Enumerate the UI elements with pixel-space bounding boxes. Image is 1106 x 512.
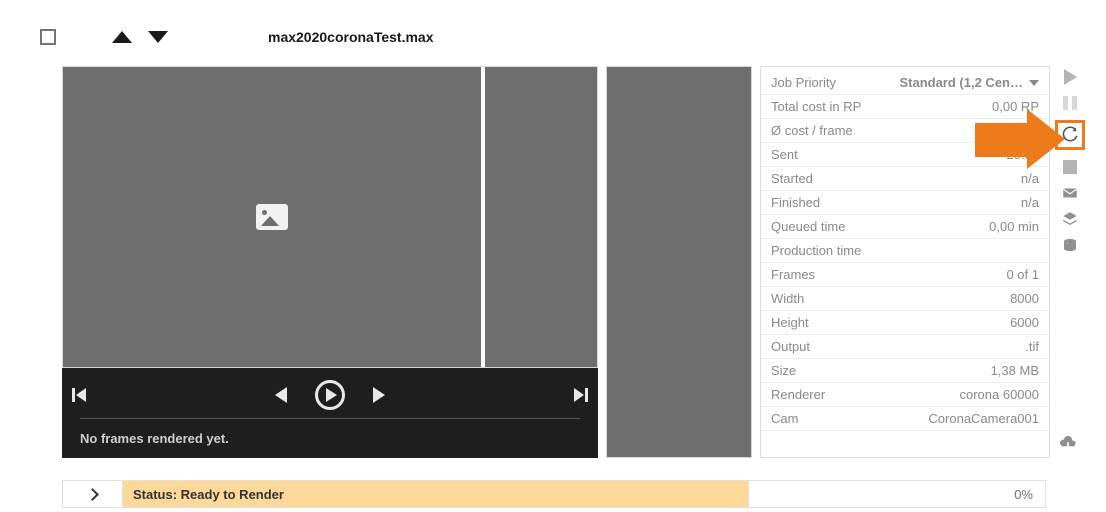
info-row: Frames 0 of 1 <box>761 263 1049 287</box>
info-row: Width 8000 <box>761 287 1049 311</box>
play-button[interactable] <box>315 380 345 410</box>
info-row: Sent 25:30 <box>761 143 1049 167</box>
info-row: Renderer corona 60000 <box>761 383 1049 407</box>
info-label: Width <box>771 291 804 306</box>
info-label: Total cost in RP <box>771 99 861 114</box>
disk-icon <box>1061 236 1079 254</box>
layers-button[interactable] <box>1058 208 1082 230</box>
info-row: Started n/a <box>761 167 1049 191</box>
refresh-button-highlighted[interactable] <box>1055 120 1085 150</box>
info-value: 6000 <box>1010 315 1039 330</box>
info-value: 0 of 1 <box>1006 267 1039 282</box>
move-up-button[interactable] <box>112 31 132 43</box>
info-row: Cam CoronaCamera001 <box>761 407 1049 431</box>
info-label: Sent <box>771 147 798 162</box>
secondary-preview-pane <box>606 66 752 458</box>
info-value: 0,00 RP <box>992 99 1039 114</box>
next-frame-button[interactable] <box>373 387 385 403</box>
mail-button[interactable] <box>1058 182 1082 204</box>
preview-status-text: No frames rendered yet. <box>80 431 580 446</box>
disk-button[interactable] <box>1058 234 1082 256</box>
dropdown-icon <box>1029 80 1039 86</box>
info-label: Started <box>771 171 813 186</box>
info-label: Size <box>771 363 796 378</box>
stop-job-button[interactable] <box>1058 156 1082 178</box>
chevron-right-icon <box>86 488 99 501</box>
info-label: Job Priority <box>771 75 836 90</box>
info-row: Height 6000 <box>761 311 1049 335</box>
refresh-icon <box>1061 126 1079 144</box>
info-label: Production time <box>771 243 861 258</box>
prev-frame-button[interactable] <box>275 387 287 403</box>
pause-job-button[interactable] <box>1058 92 1082 114</box>
info-label: Ø cost / frame <box>771 123 853 138</box>
mail-icon <box>1061 184 1079 202</box>
info-value: 25:30 <box>1006 147 1039 162</box>
job-info-panel: Job Priority Standard (1,2 Cen… Total cost… <box>760 66 1050 458</box>
info-row: Output .tif <box>761 335 1049 359</box>
move-down-button[interactable] <box>148 31 168 43</box>
start-job-button[interactable] <box>1058 66 1082 88</box>
layers-icon <box>1061 210 1079 228</box>
info-row: Finished n/a <box>761 191 1049 215</box>
info-value: corona 60000 <box>959 387 1039 402</box>
select-checkbox[interactable] <box>40 29 56 45</box>
preview-pane <box>62 66 598 368</box>
playback-progress[interactable] <box>80 418 580 419</box>
info-label: Frames <box>771 267 815 282</box>
status-expand-button[interactable] <box>63 481 123 507</box>
info-row: Job Priority Standard (1,2 Cen… <box>761 71 1049 95</box>
info-row: Size 1,38 MB <box>761 359 1049 383</box>
info-value: 8000 <box>1010 291 1039 306</box>
info-value[interactable]: Standard (1,2 Cen… <box>899 75 1039 90</box>
playback-controls: No frames rendered yet. <box>62 368 598 458</box>
info-row: Production time <box>761 239 1049 263</box>
info-value: .tif <box>1025 339 1039 354</box>
cloud-download-icon <box>1058 433 1078 453</box>
info-value: n/a <box>1021 195 1039 210</box>
status-bar: Status: Ready to Render 0% <box>62 480 1046 508</box>
info-label: Queued time <box>771 219 845 234</box>
info-value: 0,00 min <box>989 219 1039 234</box>
info-row: Total cost in RP 0,00 RP <box>761 95 1049 119</box>
info-label: Finished <box>771 195 820 210</box>
info-label: Output <box>771 339 810 354</box>
info-label: Height <box>771 315 809 330</box>
info-row: Queued time 0,00 min <box>761 215 1049 239</box>
image-placeholder-icon <box>256 204 288 230</box>
info-value: 1,38 MB <box>991 363 1039 378</box>
info-row: Ø cost / frame RP <box>761 119 1049 143</box>
info-value: RP <box>1021 123 1039 138</box>
job-filename: max2020coronaTest.max <box>268 29 434 45</box>
info-value: n/a <box>1021 171 1039 186</box>
info-value: CoronaCamera001 <box>928 411 1039 426</box>
info-label: Cam <box>771 411 798 426</box>
download-button[interactable] <box>1056 432 1080 454</box>
info-label: Renderer <box>771 387 825 402</box>
status-label: Status: Ready to Render <box>123 481 749 507</box>
preview-side-pane <box>485 67 597 367</box>
status-percent: 0% <box>1014 487 1033 502</box>
